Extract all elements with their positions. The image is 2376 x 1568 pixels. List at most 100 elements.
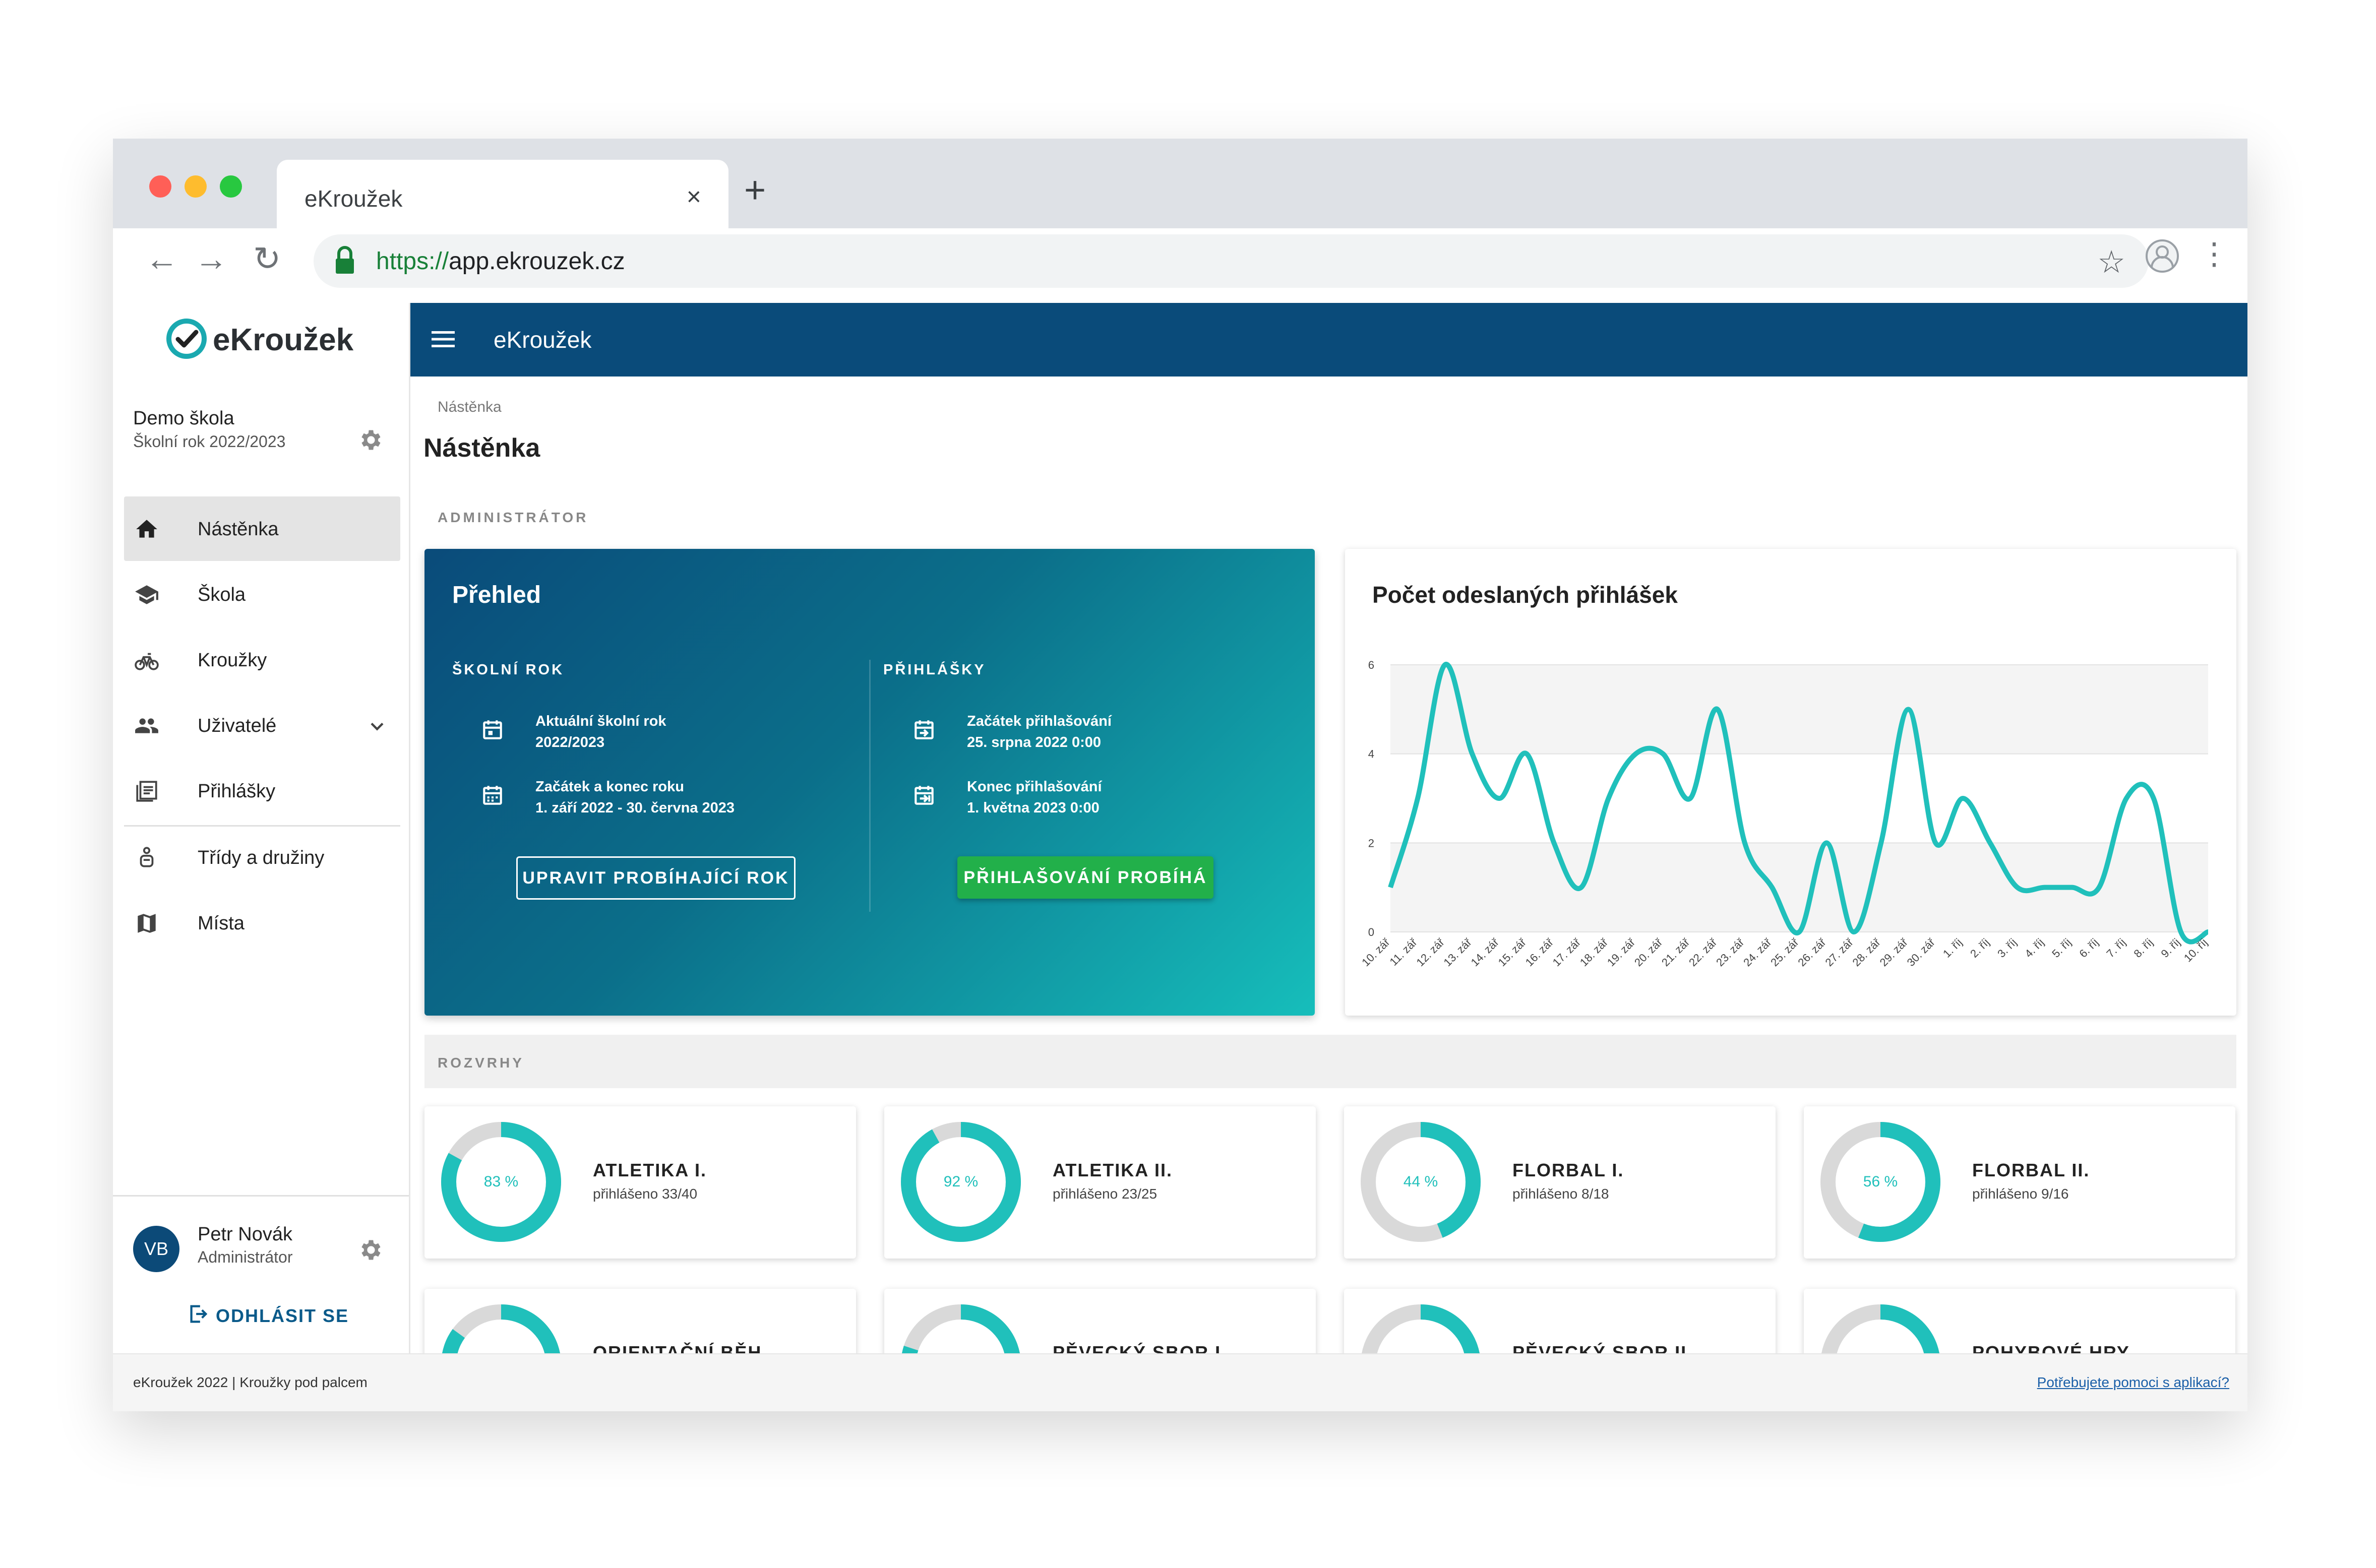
schedule-card[interactable]: 56 % FLORBAL II. přihlášeno 9/16 bbox=[1804, 1106, 2235, 1259]
profile-icon[interactable] bbox=[2145, 238, 2180, 274]
sidebar: eKroužek Demo škola Školní rok 2022/2023… bbox=[113, 303, 410, 1353]
sidebar-item-nastenka[interactable]: Nástěnka bbox=[124, 496, 400, 561]
x-tick-label: 2. říj bbox=[1968, 936, 1992, 960]
x-tick-label: 23. zář bbox=[1714, 935, 1747, 969]
x-tick-label: 16. zář bbox=[1523, 935, 1556, 969]
sidebar-item-skola[interactable]: Škola bbox=[124, 562, 400, 626]
logo-text: eKroužek bbox=[213, 323, 354, 357]
help-link[interactable]: Potřebujete pomoci s aplikací? bbox=[2037, 1374, 2229, 1391]
school-icon bbox=[135, 585, 158, 604]
sidebar-item-label: Škola bbox=[198, 584, 246, 605]
x-tick-label: 17. zář bbox=[1550, 935, 1583, 969]
logout-label: ODHLÁSIT SE bbox=[216, 1305, 349, 1326]
forward-icon[interactable]: → bbox=[195, 239, 228, 278]
minimize-window-dot[interactable] bbox=[185, 175, 207, 198]
y-tick-label: 4 bbox=[1368, 748, 1374, 761]
sidebar-item-label: Třídy a družiny bbox=[198, 847, 325, 868]
url-field[interactable]: https://app.ekrouzek.cz ☆ bbox=[314, 234, 2149, 288]
schedule-name: FLORBAL I. bbox=[1512, 1160, 1624, 1180]
sidebar-item-krouzky[interactable]: Kroužky bbox=[124, 628, 400, 692]
chevron-down-icon[interactable] bbox=[366, 715, 388, 737]
sidebar-item-mista[interactable]: Místa bbox=[124, 891, 400, 955]
applications-heading: PŘIHLÁŠKY bbox=[883, 662, 986, 678]
top-app-bar: eKroužek bbox=[410, 303, 2247, 377]
x-tick-label: 26. zář bbox=[1795, 935, 1829, 969]
close-window-dot[interactable] bbox=[149, 175, 171, 198]
tab-title: eKroužek bbox=[304, 185, 403, 212]
x-tick-label: 20. zář bbox=[1632, 935, 1665, 969]
tab-bar: eKroužek × + bbox=[113, 139, 2247, 228]
schedule-card[interactable]: PĚVECKÝ SBOR I. bbox=[884, 1289, 1316, 1353]
x-tick-label: 14. zář bbox=[1469, 935, 1502, 969]
logo-check-icon bbox=[166, 319, 207, 359]
user-settings-gear-icon[interactable] bbox=[357, 1237, 383, 1263]
x-tick-label: 25. zář bbox=[1768, 935, 1801, 969]
signup-status-button[interactable]: PŘIHLAŠOVÁNÍ PROBÍHÁ bbox=[957, 856, 1213, 899]
browser-tab[interactable]: eKroužek × bbox=[277, 160, 728, 228]
schedule-card[interactable]: ORIENTAČNÍ BĚH bbox=[424, 1289, 856, 1353]
year-span-value: 1. září 2022 - 30. června 2023 bbox=[535, 800, 735, 816]
x-tick-label: 30. zář bbox=[1905, 935, 1938, 969]
breadcrumb[interactable]: Nástěnka bbox=[438, 399, 502, 416]
school-info: Demo škola Školní rok 2022/2023 bbox=[133, 408, 285, 451]
sidebar-item-uzivatele[interactable]: Uživatelé bbox=[124, 693, 400, 758]
page-title: Nástěnka bbox=[423, 433, 540, 463]
grid-band bbox=[1390, 665, 2208, 754]
schedule-card[interactable]: PĚVECKÝ SBOR II. bbox=[1344, 1289, 1776, 1353]
school-name: Demo škola bbox=[133, 408, 234, 429]
schedule-name: ATLETIKA I. bbox=[593, 1160, 707, 1180]
schedule-card[interactable]: 44 % FLORBAL I. přihlášeno 8/18 bbox=[1344, 1106, 1776, 1259]
new-tab-button[interactable]: + bbox=[744, 171, 766, 209]
overview-card: Přehled ŠKOLNÍ ROK PŘIHLÁŠKY Aktuální šk… bbox=[424, 549, 1315, 1016]
current-year-value: 2022/2023 bbox=[535, 734, 605, 750]
schedule-card[interactable]: POHYBOVÉ HRY LYČKÁRNA bbox=[1804, 1289, 2235, 1353]
reload-icon[interactable]: ↻ bbox=[253, 239, 281, 278]
close-icon[interactable]: × bbox=[687, 182, 701, 211]
user-name: Petr Novák bbox=[198, 1224, 292, 1245]
sidebar-item-label: Uživatelé bbox=[198, 715, 277, 736]
maximize-window-dot[interactable] bbox=[220, 175, 242, 198]
star-icon[interactable]: ☆ bbox=[2097, 243, 2125, 280]
line-chart: 024610. zář11. zář12. zář13. zář14. zář1… bbox=[1359, 659, 2210, 969]
calendar-range-icon bbox=[483, 786, 502, 805]
sidebar-item-tridy[interactable]: Třídy a družiny bbox=[124, 825, 400, 890]
donut-percent: 83 % bbox=[483, 1173, 519, 1190]
school-year: Školní rok 2022/2023 bbox=[133, 432, 286, 451]
url-text: https://app.ekrouzek.cz bbox=[376, 247, 625, 275]
signup-start-value: 25. srpna 2022 0:00 bbox=[967, 734, 1102, 750]
x-tick-label: 8. říj bbox=[2131, 936, 2155, 960]
applications-chart-card: Počet odeslaných přihlášek 0 2 4 6 10. zář 11… bbox=[1345, 549, 2236, 1016]
donut-percent: 56 % bbox=[1863, 1173, 1898, 1190]
x-tick-label: 15. zář bbox=[1496, 935, 1529, 969]
donut-percent bbox=[1360, 1304, 1481, 1353]
edit-year-button[interactable]: UPRAVIT PROBÍHAJÍCÍ ROK bbox=[516, 856, 796, 900]
x-tick-label: 18. zář bbox=[1577, 935, 1611, 969]
calendar-end-icon bbox=[915, 786, 934, 805]
x-tick-label: 5. říj bbox=[2049, 936, 2074, 960]
y-tick-label: 6 bbox=[1368, 659, 1374, 671]
x-tick-label: 7. říj bbox=[2104, 936, 2128, 960]
year-span-label: Začátek a konec roku bbox=[535, 779, 684, 795]
url-host: app.ekrouzek.cz bbox=[449, 248, 625, 275]
x-tick-label: 10. zář bbox=[1359, 935, 1392, 969]
hamburger-menu-icon[interactable] bbox=[432, 330, 455, 348]
schedule-card[interactable]: 92 % ATLETIKA II. přihlášeno 23/25 bbox=[884, 1106, 1316, 1259]
back-icon[interactable]: ← bbox=[145, 239, 178, 278]
sidebar-item-prihlasky[interactable]: Přihlášky bbox=[124, 759, 400, 823]
users-icon bbox=[135, 718, 158, 733]
x-tick-label: 3. říj bbox=[1995, 936, 2019, 960]
school-settings-gear-icon[interactable] bbox=[357, 427, 383, 453]
x-tick-label: 24. zář bbox=[1741, 935, 1774, 969]
avatar[interactable]: VB bbox=[133, 1226, 179, 1272]
grid-band bbox=[1390, 843, 2208, 932]
schedule-name: POHYBOVÉ HRY LYČKÁRNA bbox=[1972, 1342, 2130, 1353]
x-tick-label: 9. říj bbox=[2159, 936, 2183, 960]
schedule-card[interactable]: 83 % ATLETIKA I. přihlášeno 33/40 bbox=[424, 1106, 856, 1259]
user-area: VB Petr Novák Administrátor ODHLÁSIT SE bbox=[113, 1195, 409, 1355]
browser-menu-icon[interactable]: ⋮ bbox=[2199, 236, 2229, 272]
donut-percent bbox=[900, 1304, 1021, 1353]
calendar-start-icon bbox=[915, 720, 934, 739]
main-content: Nástěnka Nástěnka ADMINISTRÁTOR Přehled … bbox=[410, 377, 2247, 1353]
donut-percent bbox=[1820, 1304, 1941, 1353]
schedule-name: PĚVECKÝ SBOR I. bbox=[1053, 1342, 1228, 1353]
